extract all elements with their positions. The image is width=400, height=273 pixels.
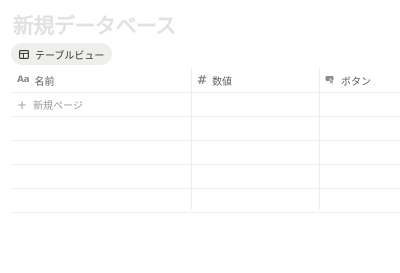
database-title[interactable]: 新規データベース xyxy=(13,10,176,40)
tab-table-view-label: テーブルビュー xyxy=(35,50,105,62)
new-page-button[interactable]: + 新規ページ xyxy=(17,93,83,116)
column-header-label: 名前 xyxy=(34,76,55,88)
column-header-label: ボタン xyxy=(341,76,371,88)
new-page-label: 新規ページ xyxy=(33,101,83,112)
number-icon: # xyxy=(197,73,208,87)
plus-icon: + xyxy=(17,97,28,112)
tab-table-view[interactable]: テーブルビュー xyxy=(11,43,113,65)
column-header-button[interactable]: ボタン xyxy=(325,68,371,92)
database-table: Aa 名前 # 数値 ボタン + 新規ページ xyxy=(11,68,400,213)
text-icon: Aa xyxy=(17,75,30,85)
database-page: 新規データベース テーブルビュー Aa 名前 # 数値 ボタン + 新規ページ xyxy=(0,0,400,273)
column-header-number[interactable]: # 数値 xyxy=(197,68,232,92)
table-row[interactable] xyxy=(11,165,400,189)
column-header-label: 数値 xyxy=(212,76,233,88)
table-row[interactable] xyxy=(11,189,400,213)
table-header: Aa 名前 # 数値 ボタン xyxy=(11,68,400,93)
table-row[interactable] xyxy=(11,117,400,141)
button-cursor-icon xyxy=(325,75,336,85)
table-row[interactable]: + 新規ページ xyxy=(11,93,400,117)
column-header-name[interactable]: Aa 名前 xyxy=(17,68,54,92)
table-icon xyxy=(19,49,29,59)
table-row[interactable] xyxy=(11,141,400,165)
